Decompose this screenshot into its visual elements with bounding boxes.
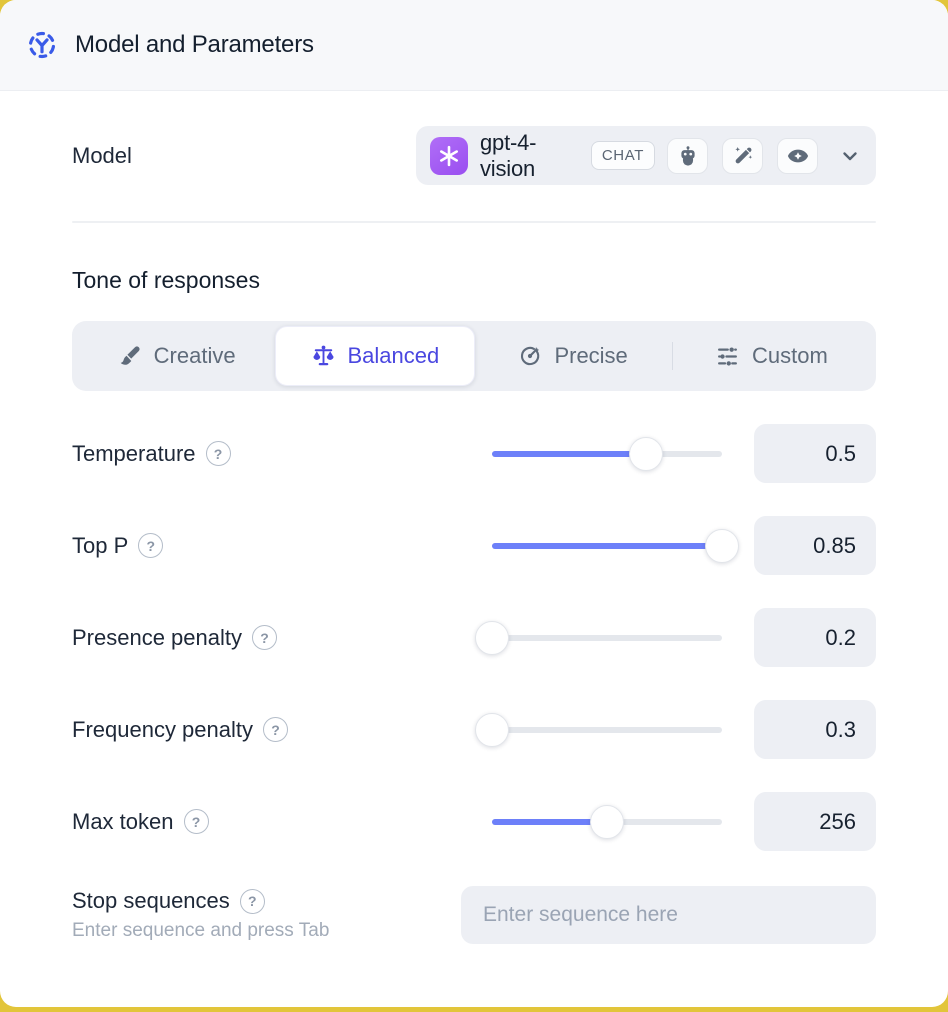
tone-option-custom[interactable]: Custom: [673, 327, 870, 385]
tone-option-label: Balanced: [348, 343, 440, 369]
presence-penalty-value[interactable]: 0.2: [754, 608, 876, 667]
tone-option-creative[interactable]: Creative: [78, 327, 275, 385]
tone-option-precise[interactable]: Precise: [475, 327, 672, 385]
tone-option-label: Creative: [154, 343, 236, 369]
help-icon[interactable]: [206, 441, 231, 466]
model-select-dropdown[interactable]: gpt-4-vision CHAT: [416, 126, 876, 185]
stop-sequences-label: Stop sequences: [72, 888, 230, 914]
slider-thumb[interactable]: [705, 529, 739, 563]
slider-track: [492, 635, 722, 641]
brush-icon: [118, 344, 142, 368]
temperature-value[interactable]: 0.5: [754, 424, 876, 483]
target-icon: [518, 344, 542, 368]
tone-option-label: Custom: [752, 343, 828, 369]
frequency-penalty-value[interactable]: 0.3: [754, 700, 876, 759]
max-token-value[interactable]: 256: [754, 792, 876, 851]
robot-capability-icon: [667, 138, 708, 174]
slider-thumb[interactable]: [629, 437, 663, 471]
slider-thumb[interactable]: [475, 621, 509, 655]
chevron-down-icon: [838, 144, 862, 168]
help-icon[interactable]: [138, 533, 163, 558]
top-p-label: Top P: [72, 533, 128, 559]
model-parameters-icon: [26, 29, 58, 61]
tone-option-label: Precise: [554, 343, 627, 369]
parameter-row-frequency-penalty: Frequency penalty 0.3: [72, 700, 876, 759]
parameter-row-max-token: Max token 256: [72, 792, 876, 851]
selected-model-name: gpt-4-vision: [480, 130, 579, 182]
help-icon[interactable]: [263, 717, 288, 742]
parameter-row-presence-penalty: Presence penalty 0.2: [72, 608, 876, 667]
help-icon[interactable]: [184, 809, 209, 834]
slider-track: [492, 727, 722, 733]
tone-section-title: Tone of responses: [72, 267, 876, 294]
openai-logo-icon: [430, 137, 468, 175]
stop-sequences-row: Stop sequences Enter sequence and press …: [72, 886, 876, 944]
stop-sequences-helper: Enter sequence and press Tab: [72, 920, 329, 942]
top-p-value[interactable]: 0.85: [754, 516, 876, 575]
max-token-label: Max token: [72, 809, 174, 835]
model-row: Model gpt-4-vi: [72, 126, 876, 185]
model-label: Model: [72, 143, 132, 169]
frequency-penalty-slider[interactable]: [492, 713, 722, 747]
tone-option-balanced[interactable]: Balanced: [275, 326, 474, 386]
temperature-label: Temperature: [72, 441, 196, 467]
temperature-slider[interactable]: [492, 437, 722, 471]
slider-fill: [492, 451, 646, 457]
parameter-row-top-p: Top P 0.85: [72, 516, 876, 575]
stop-sequence-input[interactable]: [461, 886, 876, 944]
panel-header: Model and Parameters: [0, 0, 948, 91]
max-token-slider[interactable]: [492, 805, 722, 839]
tone-segmented-control: Creative Balanced: [72, 321, 876, 391]
help-icon[interactable]: [252, 625, 277, 650]
presence-penalty-slider[interactable]: [492, 621, 722, 655]
help-icon[interactable]: [240, 889, 265, 914]
section-divider: [72, 221, 876, 223]
vision-capability-icon: [777, 138, 818, 174]
presence-penalty-label: Presence penalty: [72, 625, 242, 651]
frequency-penalty-label: Frequency penalty: [72, 717, 253, 743]
magic-wand-capability-icon: [722, 138, 763, 174]
top-p-slider[interactable]: [492, 529, 722, 563]
sliders-icon: [715, 344, 740, 369]
model-type-badge: CHAT: [591, 141, 655, 170]
slider-thumb[interactable]: [590, 805, 624, 839]
slider-thumb[interactable]: [475, 713, 509, 747]
slider-fill: [492, 543, 722, 549]
scale-icon: [311, 344, 336, 369]
parameter-row-temperature: Temperature 0.5: [72, 424, 876, 483]
panel-title: Model and Parameters: [75, 31, 314, 59]
model-parameters-panel: Model and Parameters Model: [0, 0, 948, 1007]
